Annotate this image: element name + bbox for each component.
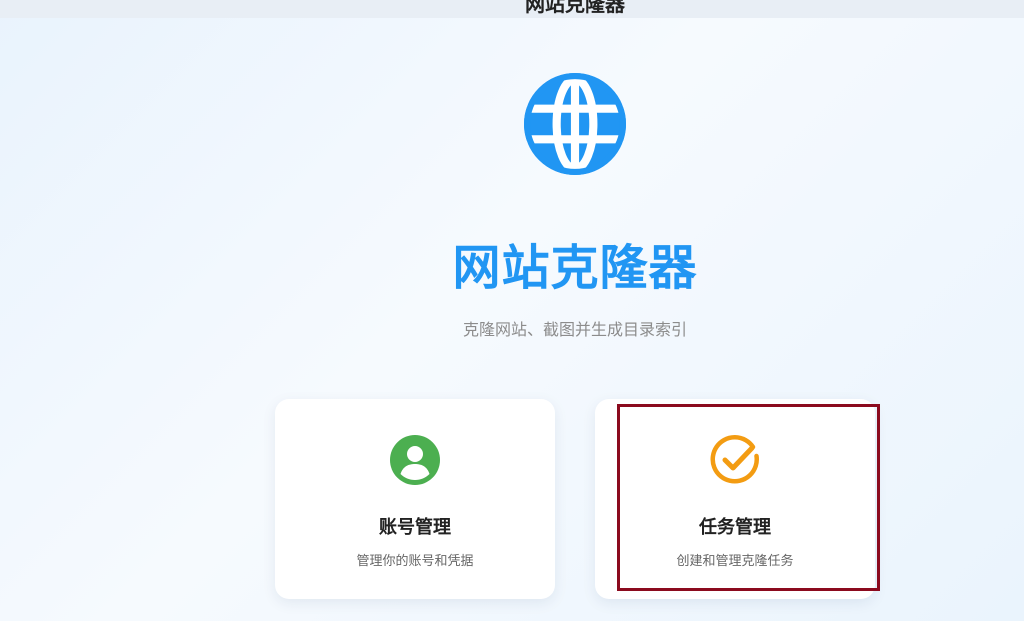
app-subtitle: 克隆网站、截图并生成目录索引: [462, 320, 687, 339]
task-management-title: 任务管理: [699, 517, 771, 538]
account-management-card[interactable]: 账号管理 管理你的账号和凭据: [275, 399, 555, 599]
top-bar-title: 网站克隆器: [525, 0, 625, 16]
account-management-title: 账号管理: [379, 517, 451, 538]
account-management-description: 管理你的账号和凭据: [356, 554, 474, 569]
user-circle-icon: [390, 435, 440, 485]
top-bar: 网站克隆器: [0, 0, 1024, 18]
task-management-card[interactable]: 任务管理 创建和管理克隆任务: [595, 399, 875, 599]
globe-icon: [524, 73, 626, 175]
check-circle-icon: [710, 435, 759, 484]
app-title: 网站克隆器: [452, 240, 698, 296]
task-management-description: 创建和管理克隆任务: [676, 554, 794, 569]
